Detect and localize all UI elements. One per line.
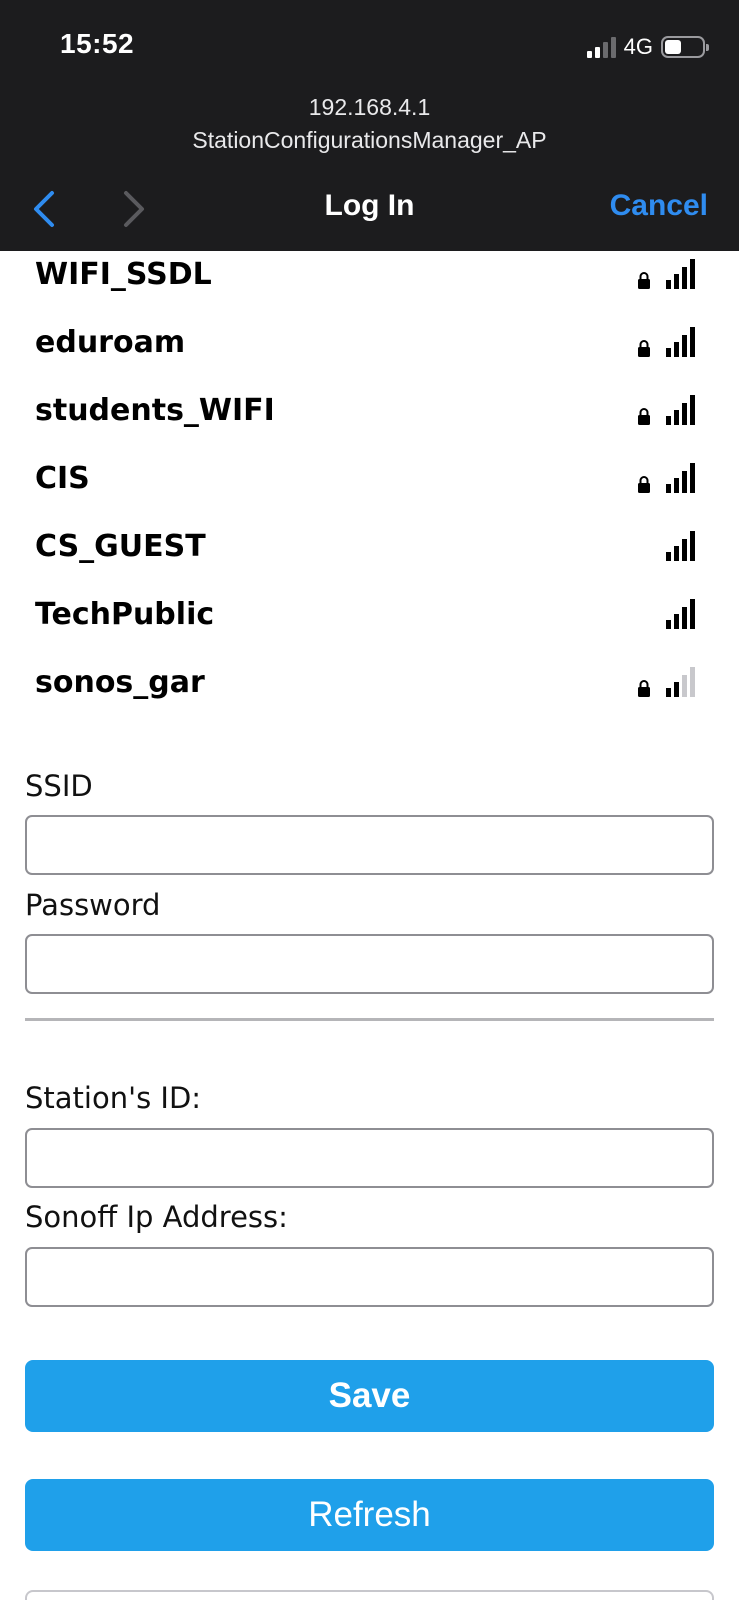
nav-row: Log In Cancel [0, 185, 739, 235]
network-item[interactable]: TechPublic [0, 591, 739, 659]
cellular-signal-icon [586, 36, 616, 58]
network-list: WIFI_SSDLeduroam students_WIFI CIS CS_GUEST… [0, 251, 739, 727]
lock-icon [638, 476, 650, 493]
wifi-signal-icon [666, 667, 695, 697]
status-time: 15:52 [60, 28, 135, 59]
wifi-signal-icon [666, 395, 695, 425]
save-button[interactable]: Save [25, 1360, 714, 1432]
wifi-signal-icon [666, 531, 695, 561]
network-name: students_WIFI [35, 393, 275, 428]
network-name: CIS [35, 461, 90, 496]
lock-icon [638, 272, 650, 289]
network-item[interactable]: CIS [0, 455, 739, 523]
cancel-button[interactable]: Cancel [610, 189, 708, 223]
page-url: 192.168.4.1 [308, 94, 431, 120]
network-type: 4G [623, 34, 653, 59]
network-name: sonos_gar [35, 665, 205, 700]
lock-icon [638, 408, 650, 425]
network-item[interactable]: sonos_gar [0, 659, 739, 727]
network-name: WIFI_SSDL [35, 257, 212, 292]
network-name: CS_GUEST [35, 529, 206, 564]
network-item[interactable]: CS_GUEST [0, 523, 739, 591]
wifi-signal-icon [666, 327, 695, 357]
wifi-signal-icon [666, 259, 695, 289]
divider [25, 1018, 714, 1021]
lock-icon [638, 680, 650, 697]
lock-icon [638, 340, 650, 357]
page-title: StationConfigurationsManager_AP [192, 127, 547, 153]
refresh-button[interactable]: Refresh [25, 1479, 714, 1551]
station-id-input[interactable] [25, 1128, 714, 1188]
sonoff-ip-input[interactable] [25, 1247, 714, 1307]
next-element-edge [25, 1590, 714, 1600]
network-item[interactable]: students_WIFI [0, 387, 739, 455]
status-indicators: 4G [586, 34, 709, 60]
battery-icon [661, 36, 709, 58]
station-id-label: Station's ID: [25, 1081, 202, 1115]
network-item[interactable]: WIFI_SSDL [0, 251, 739, 319]
wifi-signal-icon [666, 599, 695, 629]
password-label: Password [25, 888, 161, 922]
password-input[interactable] [25, 934, 714, 994]
network-item[interactable]: eduroam [0, 319, 739, 387]
browser-header: 15:52 4G 192.168.4.1 StationConfiguratio… [0, 0, 739, 251]
network-name: TechPublic [35, 597, 215, 632]
wifi-signal-icon [666, 463, 695, 493]
sonoff-ip-label: Sonoff Ip Address: [25, 1200, 288, 1234]
ssid-label: SSID [25, 769, 93, 803]
ssid-input[interactable] [25, 815, 714, 875]
network-name: eduroam [35, 325, 186, 360]
